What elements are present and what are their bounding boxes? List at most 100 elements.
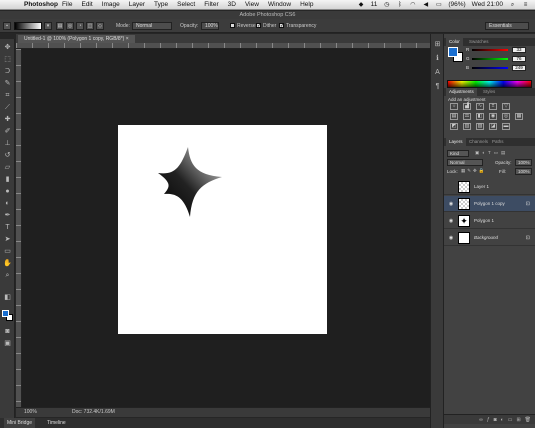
app-menu[interactable]: Photoshop bbox=[24, 0, 58, 10]
brush-tool-icon[interactable]: ✐ bbox=[3, 127, 12, 136]
volume-icon[interactable]: ◀ bbox=[422, 2, 429, 9]
linear-gradient-icon[interactable]: ▤ bbox=[56, 22, 64, 30]
curves-icon[interactable]: ∿ bbox=[476, 103, 484, 110]
radial-gradient-icon[interactable]: ◎ bbox=[66, 22, 74, 30]
red-slider[interactable] bbox=[472, 49, 508, 51]
eyedropper-tool-icon[interactable]: ⟋ bbox=[3, 103, 12, 112]
add-mask-icon[interactable]: ◙ bbox=[494, 417, 497, 423]
black-white-icon[interactable]: ◧ bbox=[476, 113, 484, 120]
layer-row-polygon-1[interactable]: ◉ ✦ Polygon 1 bbox=[444, 213, 535, 229]
blur-tool-icon[interactable]: ● bbox=[3, 187, 12, 196]
type-tool-icon[interactable]: T bbox=[3, 223, 12, 232]
layer-row-layer-1[interactable]: Layer 1 bbox=[444, 179, 535, 195]
layer-opacity-input[interactable]: 100% bbox=[515, 159, 532, 166]
move-tool-icon[interactable]: ✥ bbox=[3, 43, 12, 52]
green-slider[interactable] bbox=[472, 58, 508, 60]
quick-selection-tool-icon[interactable]: ✎ bbox=[3, 79, 12, 88]
menu-image[interactable]: Image bbox=[102, 0, 120, 10]
hand-tool-icon[interactable]: ✋ bbox=[3, 259, 12, 268]
zoom-tool-icon[interactable]: ⌕ bbox=[3, 271, 12, 280]
selective-color-icon[interactable]: ◪ bbox=[489, 123, 497, 130]
blue-slider[interactable] bbox=[472, 67, 508, 69]
new-group-icon[interactable]: ▭ bbox=[508, 417, 513, 423]
healing-brush-tool-icon[interactable]: ✚ bbox=[3, 115, 12, 124]
document-tab[interactable]: Untitled-1 @ 100% (Polygon 1 copy, RGB/8… bbox=[18, 35, 135, 43]
link-layers-icon[interactable]: ∞ bbox=[479, 417, 483, 423]
time-machine-icon[interactable]: ◷ bbox=[383, 2, 390, 9]
properties-icon[interactable]: ℹ bbox=[433, 54, 442, 63]
tab-adjustments[interactable]: Adjustments bbox=[446, 88, 477, 96]
vibrance-icon[interactable]: ▽ bbox=[502, 103, 510, 110]
document-info[interactable]: Doc: 732.4K/1.69M bbox=[72, 408, 115, 417]
red-value[interactable]: 33 bbox=[512, 47, 526, 53]
document-canvas[interactable] bbox=[118, 125, 327, 334]
dodge-tool-icon[interactable]: ◐ bbox=[3, 199, 12, 208]
menu-file[interactable]: File bbox=[62, 0, 72, 10]
exposure-icon[interactable]: ± bbox=[489, 103, 497, 110]
fx-icon[interactable]: ƒ bbox=[487, 417, 490, 423]
blue-value[interactable]: 249 bbox=[512, 65, 526, 71]
tab-layers[interactable]: Layers bbox=[446, 138, 466, 146]
color-balance-icon[interactable]: ⚖ bbox=[463, 113, 471, 120]
dropbox-icon[interactable]: ◆ bbox=[358, 2, 365, 9]
color-lookup-icon[interactable]: ▦ bbox=[515, 113, 523, 120]
tab-timeline[interactable]: Timeline bbox=[44, 418, 69, 428]
gradient-tool-icon[interactable]: ▮ bbox=[3, 175, 12, 184]
brightness-contrast-icon[interactable]: ☼ bbox=[450, 103, 458, 110]
history-brush-tool-icon[interactable]: ↺ bbox=[3, 151, 12, 160]
mode-select[interactable]: Normal bbox=[132, 22, 172, 30]
path-selection-tool-icon[interactable]: ➤ bbox=[3, 235, 12, 244]
dropdown-arrow-icon[interactable]: ▾ bbox=[44, 22, 52, 30]
lasso-tool-icon[interactable]: ᑐ bbox=[3, 67, 12, 76]
tab-color[interactable]: Color bbox=[446, 38, 463, 46]
menu-3d[interactable]: 3D bbox=[228, 0, 236, 10]
green-value[interactable]: 76 bbox=[512, 56, 526, 62]
gradient-map-icon[interactable]: ▬ bbox=[502, 123, 510, 130]
clone-stamp-tool-icon[interactable]: ⊥ bbox=[3, 139, 12, 148]
tool-preset-icon[interactable]: ▪ bbox=[3, 22, 11, 30]
battery-icon[interactable]: ▭ bbox=[435, 2, 442, 9]
posterize-icon[interactable]: ▥ bbox=[463, 123, 471, 130]
clock[interactable]: Wed 21:00 bbox=[472, 0, 503, 10]
adjustment-layer-icon[interactable]: ◐ bbox=[501, 417, 504, 423]
eye-icon[interactable]: ◉ bbox=[448, 235, 454, 241]
quick-mask-icon[interactable]: ◙ bbox=[3, 327, 12, 336]
tab-mini-bridge[interactable]: Mini Bridge bbox=[4, 418, 36, 428]
history-icon[interactable]: ⊞ bbox=[433, 40, 442, 49]
reflected-gradient-icon[interactable]: ◫ bbox=[86, 22, 94, 30]
character-icon[interactable]: A bbox=[433, 68, 442, 77]
foreground-color-swatch[interactable] bbox=[2, 310, 9, 317]
eye-icon[interactable]: ◉ bbox=[448, 218, 454, 224]
hue-saturation-icon[interactable]: ▤ bbox=[450, 113, 458, 120]
eye-icon[interactable]: ◉ bbox=[448, 201, 454, 207]
transparency-option[interactable]: Transparency bbox=[279, 22, 316, 30]
menu-window[interactable]: Window bbox=[268, 0, 291, 10]
tab-channels[interactable]: Channels bbox=[466, 138, 491, 146]
blend-mode-select[interactable]: Normal bbox=[447, 159, 483, 166]
zoom-level[interactable]: 100% bbox=[24, 408, 37, 417]
transparency-checkbox[interactable] bbox=[279, 23, 284, 29]
opacity-input[interactable]: 100% bbox=[201, 22, 219, 30]
menu-filter[interactable]: Filter bbox=[204, 0, 218, 10]
photo-filter-icon[interactable]: ◉ bbox=[489, 113, 497, 120]
layer-filter-select[interactable]: Kind bbox=[447, 150, 469, 157]
color-panel-foreground[interactable] bbox=[448, 47, 458, 57]
menu-view[interactable]: View bbox=[245, 0, 259, 10]
tab-styles[interactable]: Styles bbox=[480, 88, 498, 96]
default-colors-icon[interactable]: ◧ bbox=[3, 293, 12, 302]
marquee-tool-icon[interactable]: ⬚ bbox=[3, 55, 12, 64]
diamond-gradient-icon[interactable]: ◇ bbox=[96, 22, 104, 30]
bluetooth-icon[interactable]: ᛒ bbox=[396, 2, 403, 9]
gradient-preview[interactable] bbox=[14, 22, 42, 30]
visibility-toggle[interactable] bbox=[448, 184, 454, 190]
reverse-option[interactable]: Reverse bbox=[230, 22, 256, 30]
layer-row-background[interactable]: ◉ Background ⊡ bbox=[444, 230, 535, 246]
menu-layer[interactable]: Layer bbox=[129, 0, 145, 10]
crop-tool-icon[interactable]: ⌗ bbox=[3, 91, 12, 100]
menu-edit[interactable]: Edit bbox=[81, 0, 92, 10]
dither-checkbox[interactable] bbox=[256, 23, 261, 29]
wifi-icon[interactable]: ◠ bbox=[409, 2, 416, 9]
tab-paths[interactable]: Paths bbox=[489, 138, 507, 146]
menu-select[interactable]: Select bbox=[177, 0, 195, 10]
paragraph-icon[interactable]: ¶ bbox=[433, 82, 442, 91]
